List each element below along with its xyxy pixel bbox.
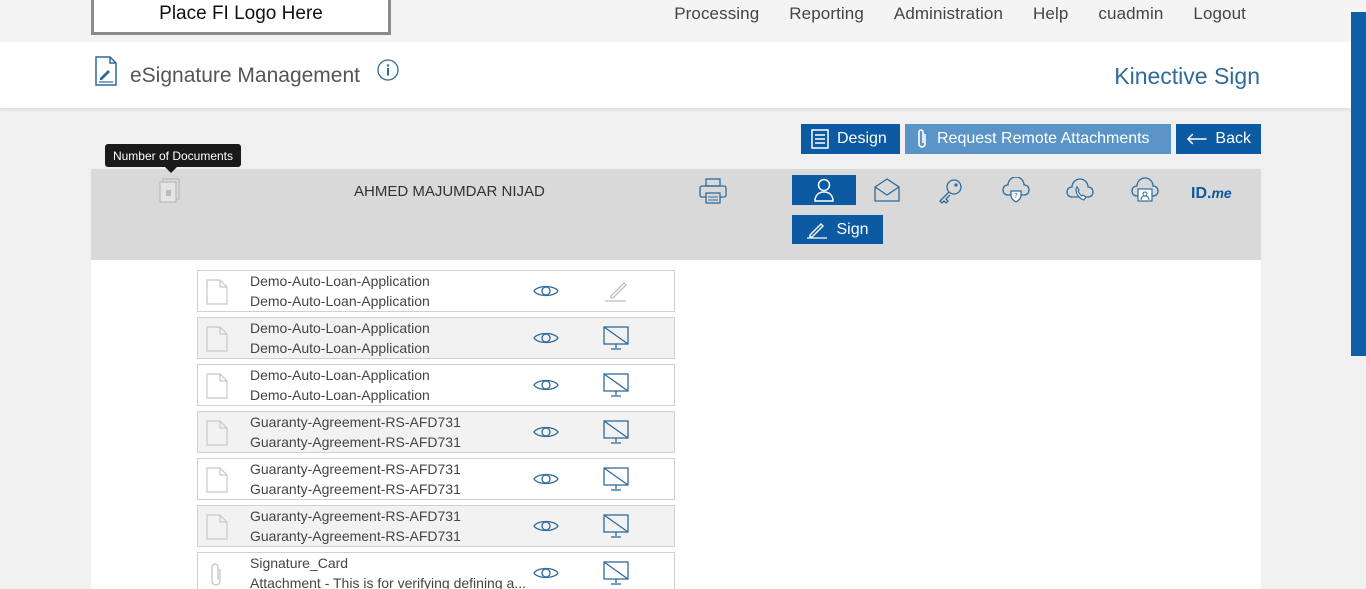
nav-administration[interactable]: Administration	[894, 4, 1003, 24]
signer-name: AHMED MAJUMDAR NIJAD	[354, 183, 545, 200]
eye-icon[interactable]	[532, 377, 560, 398]
request-remote-attachments-label: Request Remote Attachments	[937, 130, 1150, 147]
eye-icon[interactable]	[532, 471, 560, 492]
key-auth-icon[interactable]	[937, 177, 965, 210]
request-remote-attachments-button[interactable]: Request Remote Attachments	[905, 124, 1171, 154]
document-content-area: Demo-Auto-Loan-Application Demo-Auto-Loan…	[91, 260, 1261, 589]
svg-text:?: ?	[1014, 192, 1018, 200]
documents-count-icon[interactable]	[159, 178, 181, 209]
signer-panel: AHMED MAJUMDAR NIJAD ? ID.me Sign	[91, 169, 1261, 260]
list-icon	[811, 129, 829, 149]
nav-reporting[interactable]: Reporting	[789, 4, 864, 24]
document-list: Demo-Auto-Loan-Application Demo-Auto-Loan…	[197, 270, 675, 589]
printer-icon[interactable]	[698, 177, 728, 210]
id-card-auth-icon[interactable]	[1131, 177, 1159, 210]
file-icon	[206, 467, 228, 498]
design-button-label: Design	[837, 130, 887, 147]
document-row[interactable]: Guaranty-Agreement-RS-AFD731 Guaranty-Agr…	[197, 505, 675, 547]
page-title: eSignature Management	[130, 64, 360, 87]
info-icon[interactable]	[377, 59, 399, 86]
nav-user[interactable]: cuadmin	[1098, 4, 1163, 24]
document-description: Demo-Auto-Loan-Application	[250, 387, 430, 403]
esign-document-icon	[93, 56, 119, 91]
document-description: Demo-Auto-Loan-Application	[250, 340, 430, 356]
paperclip-icon	[918, 129, 926, 148]
document-row[interactable]: Guaranty-Agreement-RS-AFD731 Guaranty-Agr…	[197, 411, 675, 453]
eye-icon[interactable]	[532, 565, 560, 586]
document-row[interactable]: Demo-Auto-Loan-Application Demo-Auto-Loan…	[197, 270, 675, 312]
back-button-label: Back	[1215, 130, 1251, 147]
remote-screen-icon[interactable]	[602, 513, 630, 544]
file-icon	[206, 514, 228, 545]
phone-auth-icon[interactable]	[1066, 177, 1094, 210]
remote-screen-icon[interactable]	[602, 560, 630, 589]
top-nav-bar: Place FI Logo Here Processing Reporting …	[0, 0, 1366, 42]
file-icon	[206, 373, 228, 404]
document-description: Demo-Auto-Loan-Application	[250, 293, 430, 309]
file-icon	[206, 326, 228, 357]
document-name: Demo-Auto-Loan-Application	[250, 320, 430, 336]
document-name: Signature_Card	[250, 555, 349, 571]
document-row[interactable]: Guaranty-Agreement-RS-AFD731 Guaranty-Agr…	[197, 458, 675, 500]
person-icon	[814, 178, 834, 202]
document-name: Guaranty-Agreement-RS-AFD731	[250, 461, 461, 477]
eye-icon[interactable]	[532, 424, 560, 445]
email-auth-icon[interactable]	[873, 177, 901, 208]
remote-screen-icon[interactable]	[602, 325, 630, 356]
file-icon	[206, 420, 228, 451]
document-name: Guaranty-Agreement-RS-AFD731	[250, 414, 461, 430]
document-row[interactable]: Signature_Card Attachment - This is for v…	[197, 552, 675, 589]
remote-screen-icon[interactable]	[602, 466, 630, 497]
document-description: Guaranty-Agreement-RS-AFD731	[250, 528, 461, 544]
nav-processing[interactable]: Processing	[674, 4, 759, 24]
auth-person-button[interactable]	[792, 175, 856, 205]
document-name: Demo-Auto-Loan-Application	[250, 367, 430, 383]
arrow-left-icon	[1186, 133, 1207, 145]
documents-count-tooltip: Number of Documents	[105, 144, 241, 173]
eye-icon[interactable]	[532, 330, 560, 351]
brand-name: Kinective Sign	[1114, 63, 1260, 89]
page-scrollbar[interactable]	[1351, 12, 1366, 356]
pen-icon	[807, 222, 828, 239]
back-button[interactable]: Back	[1176, 124, 1261, 154]
nav-logout[interactable]: Logout	[1193, 4, 1246, 24]
paperclip-icon	[206, 561, 228, 589]
remote-screen-icon[interactable]	[602, 372, 630, 403]
document-description: Attachment - This is for verifying defin…	[250, 575, 526, 589]
question-shield-icon[interactable]: ?	[1002, 176, 1030, 210]
sign-button[interactable]: Sign	[792, 215, 883, 244]
main-nav: Processing Reporting Administration Help…	[644, 4, 1246, 24]
fi-logo-placeholder: Place FI Logo Here	[91, 0, 391, 35]
file-icon	[206, 279, 228, 310]
remote-screen-icon[interactable]	[602, 419, 630, 450]
page-header: eSignature Management Kinective Sign	[0, 42, 1351, 108]
eye-icon[interactable]	[532, 518, 560, 539]
design-button[interactable]: Design	[801, 124, 900, 154]
sign-button-label: Sign	[836, 220, 869, 238]
document-name: Demo-Auto-Loan-Application	[250, 273, 430, 289]
document-row[interactable]: Demo-Auto-Loan-Application Demo-Auto-Loan…	[197, 317, 675, 359]
nav-help[interactable]: Help	[1033, 4, 1068, 24]
eye-icon[interactable]	[532, 283, 560, 304]
idme-auth-logo[interactable]: ID.me	[1191, 185, 1232, 203]
document-row[interactable]: Demo-Auto-Loan-Application Demo-Auto-Loan…	[197, 364, 675, 406]
document-description: Guaranty-Agreement-RS-AFD731	[250, 434, 461, 450]
document-name: Guaranty-Agreement-RS-AFD731	[250, 508, 461, 524]
document-description: Guaranty-Agreement-RS-AFD731	[250, 481, 461, 497]
sign-pen-icon[interactable]	[602, 278, 630, 309]
